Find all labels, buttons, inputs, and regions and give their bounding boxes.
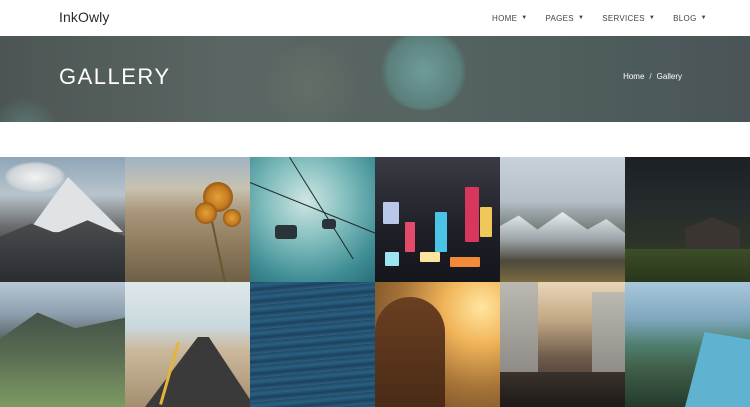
gallery-grid (0, 157, 750, 407)
site-logo[interactable]: InkOwly (59, 9, 110, 25)
gallery-image-mountain-range[interactable] (500, 157, 625, 282)
image-detail (28, 177, 123, 232)
chevron-down-icon: ▼ (648, 15, 656, 21)
top-navbar: InkOwly HOME ▼ PAGES ▼ SERVICES ▼ BLOG ▼ (0, 0, 750, 36)
chevron-down-icon: ▼ (521, 15, 528, 21)
gallery-image-desert-road[interactable] (125, 282, 250, 407)
breadcrumb-current: Gallery (656, 72, 682, 81)
image-detail (480, 207, 492, 237)
chevron-down-icon: ▼ (700, 15, 707, 21)
image-detail (500, 212, 625, 282)
image-detail (275, 225, 297, 239)
gallery-image-mountain-peak[interactable] (0, 157, 125, 282)
breadcrumb-separator: / (649, 72, 652, 81)
page-title: GALLERY (59, 64, 171, 89)
bokeh-decoration (378, 36, 470, 110)
image-detail (223, 209, 241, 227)
gallery-image-green-cliffs[interactable] (0, 282, 125, 407)
nav-item-home[interactable]: HOME ▼ (492, 14, 527, 23)
nav-item-pages[interactable]: PAGES ▼ (545, 14, 584, 23)
image-detail (500, 372, 625, 407)
gallery-image-city-lights[interactable] (375, 157, 500, 282)
nav-item-label: BLOG (673, 13, 697, 23)
gallery-image-city-street[interactable] (500, 282, 625, 407)
image-detail (385, 252, 399, 266)
image-detail (465, 187, 479, 242)
image-detail (375, 297, 445, 407)
gallery-image-sunset-portrait[interactable] (375, 282, 500, 407)
image-detail (405, 222, 415, 252)
image-detail (435, 212, 447, 252)
page-title-banner: GALLERY Home / Gallery (0, 36, 750, 122)
image-detail (289, 157, 354, 260)
main-nav: HOME ▼ PAGES ▼ SERVICES ▼ BLOG ▼ (492, 0, 707, 36)
image-detail (250, 182, 375, 236)
bokeh-decoration (250, 46, 370, 122)
nav-item-label: PAGES (545, 13, 574, 23)
gallery-image-ocean[interactable] (250, 282, 375, 407)
image-detail (500, 282, 538, 382)
gallery-image-desert-flower[interactable] (125, 157, 250, 282)
nav-item-services[interactable]: SERVICES ▼ (602, 14, 655, 23)
breadcrumb-home-link[interactable]: Home (623, 72, 644, 81)
image-detail (383, 202, 399, 224)
image-detail (592, 292, 625, 382)
chevron-down-icon: ▼ (577, 15, 585, 21)
image-detail (685, 332, 750, 407)
image-detail (420, 252, 440, 262)
nav-item-blog[interactable]: BLOG ▼ (673, 14, 707, 23)
gallery-image-cabin-night[interactable] (625, 157, 750, 282)
gallery-image-fjord[interactable] (625, 282, 750, 407)
image-detail (195, 202, 217, 224)
image-detail (322, 219, 336, 229)
image-detail (210, 217, 226, 282)
image-detail (685, 217, 740, 249)
gallery-image-cable-cars[interactable] (250, 157, 375, 282)
breadcrumb: Home / Gallery (623, 72, 682, 81)
nav-item-label: SERVICES (602, 13, 645, 23)
nav-item-label: HOME (492, 13, 518, 23)
image-detail (450, 257, 480, 267)
image-detail (625, 249, 750, 282)
bokeh-decoration (0, 96, 60, 122)
image-detail (0, 312, 125, 407)
